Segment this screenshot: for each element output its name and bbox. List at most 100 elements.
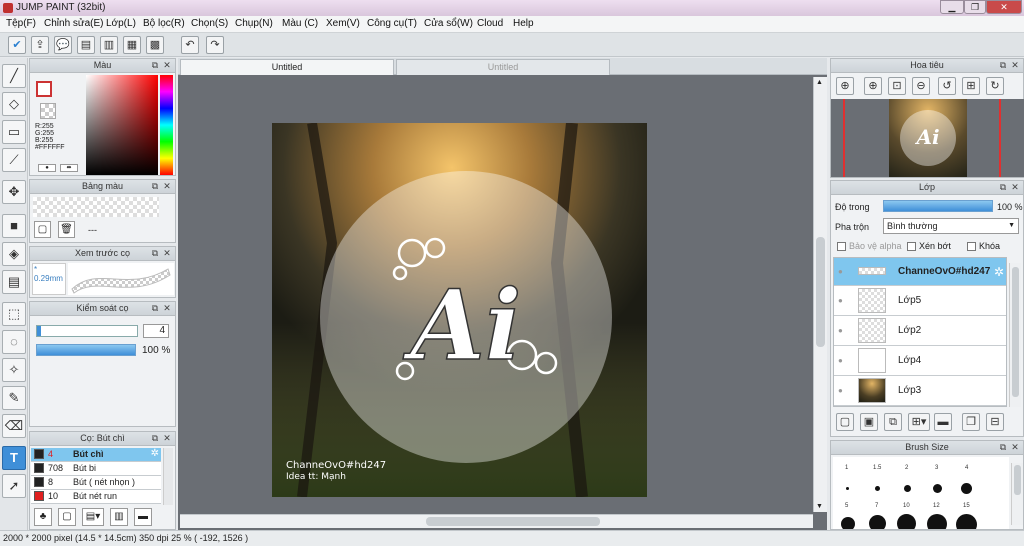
new-brush-icon[interactable]: ▢ (58, 508, 76, 526)
rotate-left-icon[interactable]: ↺ (938, 77, 956, 95)
panel-detach-icon[interactable]: ⧉ (998, 442, 1008, 452)
zoom-fit-icon[interactable]: ⊕ (836, 77, 854, 95)
menu-color[interactable]: Màu (C) (282, 18, 318, 29)
clipping-checkbox[interactable]: Xén bớt (907, 241, 951, 252)
layer-visibility-icon[interactable]: ● (838, 326, 843, 335)
page-icon[interactable]: ▦ (123, 36, 141, 54)
eraser-tool-icon[interactable]: ◇ (2, 92, 26, 116)
layer-settings-gear-icon[interactable]: ✲ (994, 265, 1004, 279)
fill-rect-icon[interactable]: ■ (2, 214, 26, 238)
panel-detach-icon[interactable]: ⧉ (150, 433, 160, 443)
restore-button[interactable]: ❐ (964, 0, 986, 14)
bucket-tool-icon[interactable]: ◈ (2, 242, 26, 266)
lasso-tool-icon[interactable]: ◌ (2, 330, 26, 354)
menu-cloud[interactable]: Cloud (477, 18, 503, 29)
check-icon[interactable]: ✔ (8, 36, 26, 54)
panel-detach-icon[interactable]: ⧉ (150, 60, 160, 70)
brush-list-scrollbar[interactable] (163, 448, 173, 505)
brush-item[interactable]: 708 Bút bi (31, 462, 161, 476)
text-tool-icon[interactable]: T (2, 446, 26, 470)
zoom-in-icon[interactable]: ⊕ (864, 77, 882, 95)
gradient-tool-icon[interactable]: ▤ (2, 270, 26, 294)
brush-size-3[interactable] (933, 484, 942, 493)
primary-color-swatch[interactable] (36, 81, 52, 97)
brush-item[interactable]: 4 Bút chì ✲ (31, 448, 161, 462)
brush-size-grid[interactable]: 1 1.5 2 3 4 5 7 10 12 15 (833, 457, 1009, 529)
brush-size-4[interactable] (961, 483, 972, 494)
brush-size-10[interactable] (897, 514, 916, 529)
brush-folder-icon[interactable]: ▬ (134, 508, 152, 526)
merge-layer-icon[interactable]: ⊟ (986, 413, 1004, 431)
palette-swatches[interactable] (33, 197, 159, 217)
protect-alpha-checkbox[interactable]: Bảo vệ alpha (837, 241, 902, 252)
brush-size-1-5[interactable] (875, 486, 880, 491)
menu-capture[interactable]: Chụp(N) (235, 18, 273, 29)
blend-mode-select[interactable]: Bình thường ▼ (883, 218, 1019, 234)
saturation-picker[interactable] (86, 75, 158, 175)
brush-size-2[interactable] (904, 485, 911, 492)
panel-close-icon[interactable]: ✕ (1010, 182, 1020, 192)
layer-opacity-slider[interactable] (883, 200, 993, 212)
transparent-swatch[interactable] (40, 103, 56, 119)
select-pen-icon[interactable]: ✎ (2, 386, 26, 410)
message-icon[interactable]: ▤ (77, 36, 95, 54)
panel-close-icon[interactable]: ✕ (162, 433, 172, 443)
layer-row[interactable]: ● Lớp5 (834, 286, 1006, 316)
scroll-up-icon[interactable]: ▲ (816, 79, 823, 86)
layer-visibility-icon[interactable]: ● (838, 386, 843, 395)
color-mode-button[interactable]: ● (38, 164, 56, 172)
selection-tool-icon[interactable]: ⬚ (2, 302, 26, 326)
horizontal-scroll-thumb[interactable] (426, 517, 600, 526)
menu-file[interactable]: Tệp(F) (6, 18, 36, 29)
layer-row[interactable]: ● Lớp4 (834, 346, 1006, 376)
hue-slider[interactable] (160, 75, 173, 175)
navigator-preview[interactable]: Ai (831, 99, 1024, 177)
move-tool-icon[interactable]: ✥ (2, 180, 26, 204)
color-swap-button[interactable]: ⬌ (60, 164, 78, 172)
brush-size-input[interactable]: 4 (143, 324, 169, 338)
brush-size-7[interactable] (869, 515, 886, 529)
canvas-vertical-scrollbar[interactable]: ▲ ▼ (813, 77, 827, 512)
panel-detach-icon[interactable]: ⧉ (150, 181, 160, 191)
comment-icon[interactable]: 💬 (54, 36, 72, 54)
menu-tools[interactable]: Công cụ(T) (367, 18, 417, 29)
rect-select-icon[interactable]: ▭ (2, 120, 26, 144)
brush-size-5[interactable] (841, 517, 855, 529)
panel-detach-icon[interactable]: ⧉ (998, 60, 1008, 70)
layer-row[interactable]: ● Lớp3 (834, 376, 1006, 406)
brush-tool-icon[interactable]: ╱ (2, 64, 26, 88)
canvas-horizontal-scrollbar[interactable] (180, 514, 813, 528)
panel-detach-icon[interactable]: ⧉ (150, 248, 160, 258)
operation-tool-icon[interactable]: ➚ (2, 474, 26, 498)
brush-size-1[interactable] (846, 487, 849, 490)
brush-size-12[interactable] (927, 514, 947, 529)
brush-item[interactable]: 10 Bút nét run (31, 490, 161, 504)
panel-close-icon[interactable]: ✕ (1010, 60, 1020, 70)
brush-size-slider[interactable] (36, 325, 138, 337)
panel-close-icon[interactable]: ✕ (162, 181, 172, 191)
menu-help[interactable]: Help (513, 18, 534, 29)
zoom-actual-icon[interactable]: ⊡ (888, 77, 906, 95)
panel-close-icon[interactable]: ✕ (162, 60, 172, 70)
layer-row[interactable]: ● ChanneOvO#hd247 ✲ (834, 258, 1006, 286)
panel-detach-icon[interactable]: ⧉ (150, 303, 160, 313)
lock-checkbox[interactable]: Khóa (967, 241, 1000, 252)
minimize-button[interactable]: ▁ (940, 0, 964, 14)
new-palette-icon[interactable]: ▢ (34, 221, 51, 238)
close-button[interactable]: ✕ (986, 0, 1022, 14)
grid-icon[interactable]: ▩ (146, 36, 164, 54)
select-eraser-icon[interactable]: ⌫ (2, 414, 26, 438)
share-icon[interactable]: ⇪ (31, 36, 49, 54)
canvas-image[interactable]: Ai ChanneOvO#hd247 Idea tt: Mạnh (272, 123, 647, 497)
menu-filter[interactable]: Bộ lọc(R) (143, 18, 185, 29)
brush-settings-gear-icon[interactable]: ✲ (151, 448, 159, 459)
add-layer-menu-icon[interactable]: ⊞▾ (908, 413, 930, 431)
magic-wand-icon[interactable]: ✧ (2, 358, 26, 382)
layer-visibility-icon[interactable]: ● (838, 296, 843, 305)
new-layer-icon[interactable]: ▢ (836, 413, 854, 431)
layer-visibility-icon[interactable]: ● (838, 356, 843, 365)
document-icon[interactable]: ▥ (100, 36, 118, 54)
menu-window[interactable]: Cửa sổ(W) (424, 18, 473, 29)
layer-list-scrollbar[interactable] (1009, 263, 1021, 407)
line-tool-icon[interactable]: ⟋ (2, 148, 26, 172)
